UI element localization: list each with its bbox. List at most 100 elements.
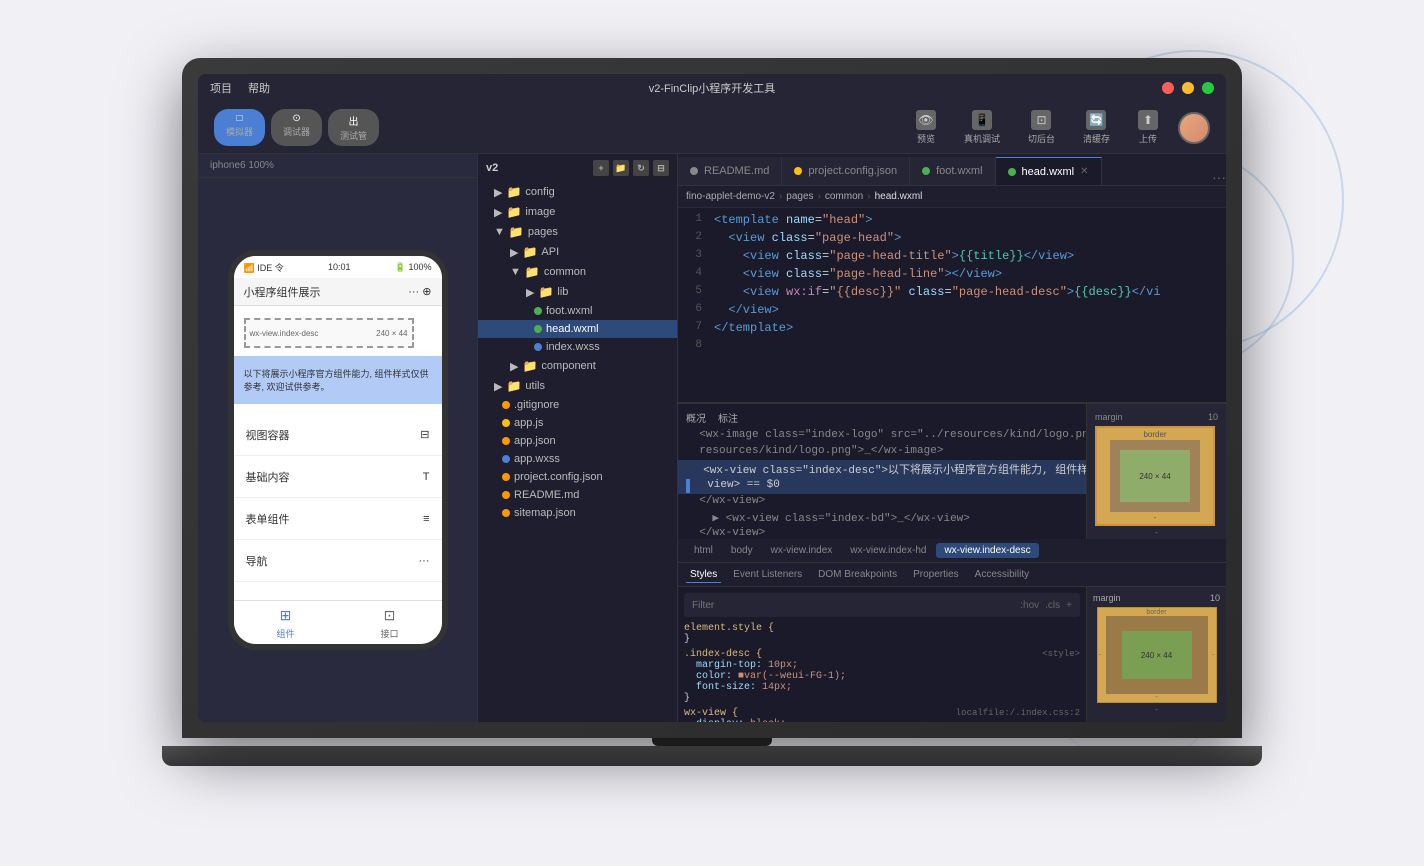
- dev-tab-wx-view-index-hd[interactable]: wx-view.index-hd: [842, 543, 934, 558]
- new-folder-btn[interactable]: 📁: [613, 160, 629, 176]
- api-label: API: [541, 246, 559, 258]
- cut-action[interactable]: ⊡ 切后台: [1020, 106, 1063, 149]
- pages-folder-icon: 📁: [509, 225, 524, 239]
- hover-filter[interactable]: :hov: [1020, 600, 1039, 611]
- phone-tab-interface[interactable]: ⊡ 接口: [380, 605, 400, 640]
- tab-project-config[interactable]: project.config.json: [782, 157, 910, 185]
- tree-item-utils[interactable]: ▶ 📁 utils: [478, 376, 677, 396]
- element-style-rule: element.style { }: [684, 623, 1080, 645]
- tree-item-pages[interactable]: ▼ 📁 pages: [478, 222, 677, 242]
- border-mini-bottom: -: [1155, 694, 1157, 701]
- tab-readme[interactable]: README.md: [678, 157, 782, 185]
- tree-item-component[interactable]: ▶ 📁 component: [478, 356, 677, 376]
- tree-item-config[interactable]: ▶ 📁 config: [478, 182, 677, 202]
- tab-head-wxml[interactable]: head.wxml ✕: [996, 157, 1102, 185]
- refresh-btn[interactable]: ↻: [633, 160, 649, 176]
- margin-value: 10: [1208, 412, 1218, 422]
- phone-title-actions: ··· ⊕: [408, 285, 431, 298]
- tree-item-project-config[interactable]: project.config.json: [478, 468, 677, 486]
- tabs-more-btn[interactable]: ···: [1212, 169, 1226, 185]
- minimize-window-btn[interactable]: [1182, 82, 1194, 94]
- tree-item-app-wxss[interactable]: app.wxss: [478, 450, 677, 468]
- cls-filter[interactable]: .cls: [1045, 600, 1060, 611]
- snapshot-label: 清缓存: [1083, 132, 1110, 145]
- tree-item-lib[interactable]: ▶ 📁 lib: [478, 282, 677, 302]
- new-file-btn[interactable]: +: [593, 160, 609, 176]
- dev-tab-wx-view-index-desc[interactable]: wx-view.index-desc: [936, 543, 1038, 558]
- tree-item-readme[interactable]: README.md: [478, 486, 677, 504]
- dev-tab-body[interactable]: body: [723, 543, 761, 558]
- lib-folder-icon: 📁: [538, 285, 553, 299]
- test-btn[interactable]: 出 测试管: [328, 109, 379, 146]
- breadcrumb-root[interactable]: fino-applet-demo-v2: [686, 191, 775, 202]
- tree-item-app-json[interactable]: app.json: [478, 432, 677, 450]
- menu-help[interactable]: 帮助: [248, 80, 270, 96]
- snapshot-action[interactable]: 🔄 清缓存: [1075, 106, 1118, 149]
- html-line-4-highlighted[interactable]: view> == $0: [678, 478, 1086, 494]
- user-avatar[interactable]: [1178, 112, 1210, 144]
- close-window-btn[interactable]: [1162, 82, 1174, 94]
- preview-icon: 👁: [916, 110, 936, 130]
- tree-item-gitignore[interactable]: .gitignore: [478, 396, 677, 414]
- html-line-3-highlighted[interactable]: <wx-view class="index-desc">以下将展示小程序官方组件…: [678, 460, 1086, 478]
- tree-item-index-wxss[interactable]: index.wxss: [478, 338, 677, 356]
- tree-item-sitemap[interactable]: sitemap.json: [478, 504, 677, 522]
- foot-wxml-label: foot.wxml: [546, 305, 592, 317]
- tree-item-app-js[interactable]: app.js: [478, 414, 677, 432]
- border-mini-right: -: [1212, 652, 1214, 659]
- code-editor[interactable]: 1 <template name="head"> 2 <view class="…: [678, 208, 1226, 402]
- filter-actions: :hov .cls +: [1020, 600, 1072, 611]
- style-tab-properties[interactable]: Properties: [909, 567, 963, 582]
- cut-label: 切后台: [1028, 132, 1055, 145]
- foot-wxml-tab-label: foot.wxml: [936, 165, 982, 177]
- file-tree-header: v2 + 📁 ↻ ⊟: [478, 154, 677, 182]
- app-js-label: app.js: [514, 417, 543, 429]
- menu-item-basic[interactable]: 基础内容 T: [234, 456, 442, 498]
- menu-item-nav[interactable]: 导航 ···: [234, 540, 442, 582]
- simulator-btn[interactable]: □ 模拟器: [214, 109, 265, 146]
- index-desc-rule: .index-desc { <style> margin-top: 10px; …: [684, 649, 1080, 704]
- real-device-label: 真机调试: [964, 132, 1000, 145]
- dev-tab-html[interactable]: html: [686, 543, 721, 558]
- style-tab-dom-breakpoints[interactable]: DOM Breakpoints: [814, 567, 901, 582]
- style-tab-event-listeners[interactable]: Event Listeners: [729, 567, 806, 582]
- interface-tab-icon: ⊡: [380, 605, 400, 625]
- preview-action[interactable]: 👁 预览: [908, 106, 944, 149]
- tree-item-api[interactable]: ▶ 📁 API: [478, 242, 677, 262]
- upload-action[interactable]: ⬆ 上传: [1130, 106, 1166, 149]
- style-tab-accessibility[interactable]: Accessibility: [971, 567, 1033, 582]
- phone-tab-component[interactable]: ⊞ 组件: [276, 605, 296, 640]
- menu-item-view-icon: ⊟: [420, 428, 429, 441]
- tree-item-foot-wxml[interactable]: foot.wxml: [478, 302, 677, 320]
- breadcrumb-pages[interactable]: pages: [786, 191, 813, 202]
- tab-foot-wxml[interactable]: foot.wxml: [910, 157, 995, 185]
- image-folder-icon: 📁: [506, 205, 521, 219]
- dev-tab-wx-view-index[interactable]: wx-view.index: [763, 543, 841, 558]
- tree-item-common[interactable]: ▼ 📁 common: [478, 262, 677, 282]
- menu-item-view[interactable]: 视图容器 ⊟: [234, 414, 442, 456]
- add-filter[interactable]: +: [1066, 600, 1072, 611]
- breadcrumb-common[interactable]: common: [825, 191, 863, 202]
- filter-bar: :hov .cls +: [684, 593, 1080, 617]
- filter-input[interactable]: [692, 600, 1012, 611]
- api-expand-icon: ▶: [510, 246, 518, 259]
- collapse-btn[interactable]: ⊟: [653, 160, 669, 176]
- app-json-dot: [502, 437, 510, 445]
- debugger-btn[interactable]: ⊙ 调试器: [271, 109, 322, 146]
- head-wxml-tab-close[interactable]: ✕: [1080, 166, 1088, 177]
- menu-project[interactable]: 项目: [210, 80, 232, 96]
- menu-item-form[interactable]: 表单组件 ≡: [234, 498, 442, 540]
- highlight-label: wx-view.index-desc: [250, 329, 319, 338]
- preview-label: 预览: [917, 132, 935, 145]
- phone-highlight-box: wx-view.index-desc 240 × 44: [244, 318, 414, 348]
- app-json-label: app.json: [514, 435, 556, 447]
- real-device-action[interactable]: 📱 真机调试: [956, 106, 1008, 149]
- tree-item-head-wxml[interactable]: head.wxml: [478, 320, 677, 338]
- lib-label: lib: [557, 286, 568, 298]
- debugger-label: 调试器: [283, 125, 310, 138]
- html-preview[interactable]: 概况 标注 <wx-image class="index-logo" src="…: [678, 404, 1086, 539]
- highlight-size: 240 × 44: [376, 329, 407, 338]
- style-tab-styles[interactable]: Styles: [686, 567, 721, 583]
- maximize-window-btn[interactable]: [1202, 82, 1214, 94]
- tree-item-image[interactable]: ▶ 📁 image: [478, 202, 677, 222]
